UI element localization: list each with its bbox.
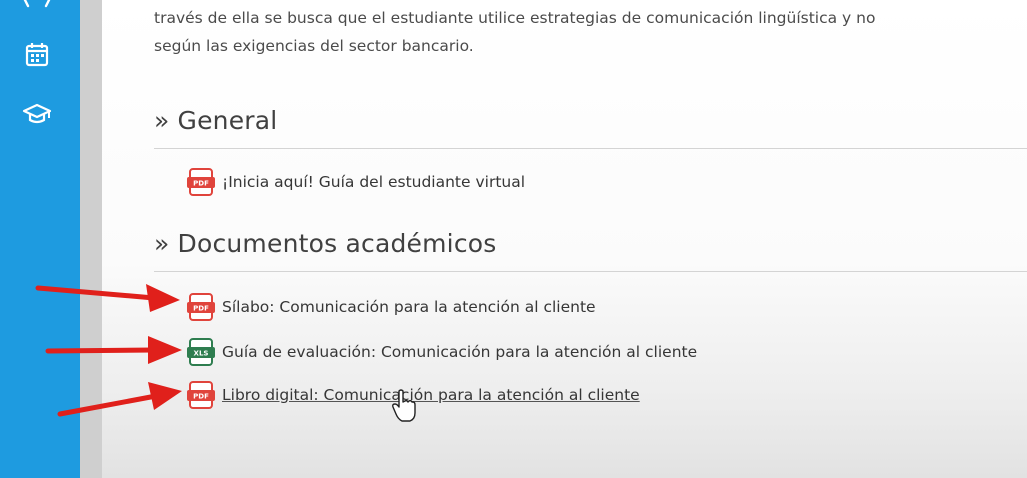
section-title-general: » General (154, 106, 277, 135)
resource-link-guia-estudiante[interactable]: PDF ¡Inicia aquí! Guía del estudiante vi… (186, 167, 525, 197)
course-content: través de ella se busca que el estudiant… (102, 0, 1027, 478)
section-marker-icon: » (154, 229, 170, 258)
resource-link-guia-evaluacion[interactable]: XLS Guía de evaluación: Comunicación par… (186, 337, 697, 367)
description-line: través de ella se busca que el estudiant… (154, 9, 876, 27)
graduation-cap-icon[interactable] (22, 100, 52, 126)
section-title-text: Documentos académicos (177, 229, 497, 258)
annotation-arrow-icon (57, 382, 182, 417)
resource-label: Sílabo: Comunicación para la atención al… (222, 298, 596, 316)
pdf-file-icon: PDF (187, 168, 215, 196)
course-description: través de ella se busca que el estudiant… (154, 4, 1027, 60)
calendar-icon[interactable] (22, 42, 52, 68)
xls-file-icon: XLS (187, 338, 215, 366)
resource-link-silabo[interactable]: PDF Sílabo: Comunicación para la atenció… (186, 292, 596, 322)
section-title-text: General (177, 106, 278, 135)
svg-text:PDF: PDF (193, 305, 209, 313)
section-title-documentos: » Documentos académicos (154, 229, 496, 258)
annotation-arrow-icon (45, 336, 182, 364)
hand-cursor-icon (392, 389, 416, 422)
resource-label: ¡Inicia aquí! Guía del estudiante virtua… (222, 173, 526, 191)
section-marker-icon: » (154, 106, 170, 135)
pdf-file-icon: PDF (187, 381, 215, 409)
section-divider (154, 271, 1027, 272)
description-line: según las exigencias del sector bancario… (154, 37, 474, 55)
svg-text:XLS: XLS (194, 350, 209, 358)
svg-text:PDF: PDF (193, 180, 209, 188)
resource-label: Guía de evaluación: Comunicación para la… (222, 343, 698, 361)
pdf-file-icon: PDF (187, 293, 215, 321)
svg-text:PDF: PDF (193, 393, 209, 401)
sidebar-top-icon[interactable] (22, 0, 52, 12)
section-divider (154, 148, 1027, 149)
resource-label: Libro digital: Comunicación para la aten… (222, 386, 640, 404)
screen: través de ella se busca que el estudiant… (0, 0, 1027, 478)
annotation-arrow-icon (35, 284, 180, 312)
